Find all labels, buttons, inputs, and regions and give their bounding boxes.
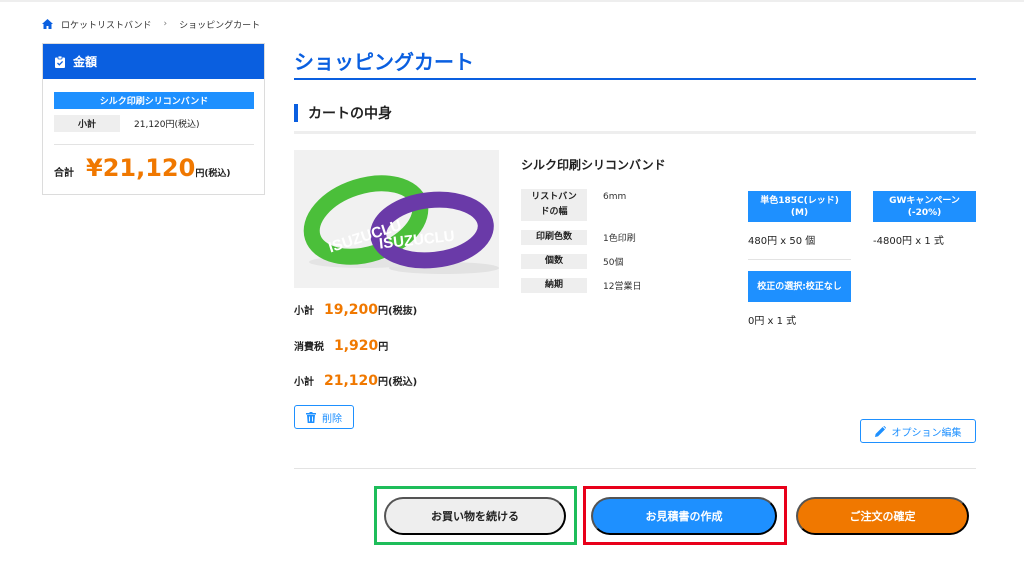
summary-divider (54, 144, 254, 145)
price-tax-row: 消費税 1,920 円 (294, 338, 388, 354)
cart-section-title: カートの中身 (308, 106, 392, 122)
summary-total-amount: ¥21,120 (86, 154, 196, 182)
breadcrumb-item-rocket[interactable]: ロケットリストバンド (61, 18, 151, 31)
page-title-underline (294, 78, 976, 80)
price-tax-amount: 1,920 (334, 338, 379, 354)
spec-row-colors: 印刷色数 1色印刷 (521, 230, 636, 245)
highlight-box-red (583, 486, 787, 545)
spec-value-quantity: 50個 (603, 258, 624, 268)
price-summary-title: 金額 (73, 55, 98, 69)
confirm-order-button[interactable]: ご注文の確定 (796, 497, 969, 535)
price-subtotal-suffix: 円(税抜) (378, 306, 418, 317)
summary-product-name: シルク印刷シリコンバンド (54, 92, 254, 109)
option-value-color: 480円 x 50 個 (748, 236, 816, 247)
section-divider (294, 131, 976, 134)
spec-row-quantity: 個数 50個 (521, 254, 623, 269)
spec-value-delivery: 12営業日 (603, 282, 642, 292)
spec-label-quantity: 個数 (521, 254, 587, 269)
home-icon[interactable] (42, 19, 53, 29)
price-subtotal-label: 小計 (294, 306, 314, 317)
edit-options-button[interactable]: オプション編集 (860, 419, 976, 443)
option-badge-color: 単色185C(レッド)(M) (748, 191, 851, 222)
highlight-box-green (374, 486, 577, 545)
clipboard-check-icon (55, 55, 65, 68)
summary-subtotal-value: 21,120円(税込) (134, 120, 200, 130)
price-tax-label: 消費税 (294, 342, 324, 353)
breadcrumb-item-cart: ショッピングカート (179, 20, 261, 31)
spec-value-colors: 1色印刷 (603, 234, 636, 244)
price-total-label: 小計 (294, 377, 314, 388)
price-total-row: 小計 21,120 円(税込) (294, 373, 417, 389)
trash-icon (306, 411, 316, 423)
option-badge-proof: 校正の選択:校正なし (748, 271, 851, 302)
spec-row-delivery: 納期 12営業日 (521, 278, 641, 293)
price-subtotal-amount: 19,200 (324, 302, 379, 318)
spec-value-width: 6mm (603, 192, 627, 202)
breadcrumb-separator: › (163, 19, 168, 29)
delete-button-label: 削除 (322, 413, 342, 425)
price-tax-suffix: 円 (378, 342, 389, 353)
cart-section-heading: カートの中身 (294, 103, 392, 123)
option-divider (748, 259, 851, 260)
summary-total-suffix: 円(税込) (195, 169, 231, 179)
price-total-suffix: 円(税込) (378, 377, 418, 388)
product-image: ISUZUCLU ISUZUCLU (294, 150, 499, 288)
edit-options-label: オプション編集 (891, 427, 962, 439)
price-summary-panel: 金額 シルク印刷シリコンバンド 小計 21,120円(税込) 合計 ¥21,12… (42, 43, 265, 195)
price-summary-header: 金額 (43, 44, 264, 79)
option-badge-campaign: GWキャンペーン(-20%) (873, 191, 976, 222)
price-total-amount: 21,120 (324, 373, 379, 389)
product-name: シルク印刷シリコンバンド (521, 158, 666, 172)
top-border (0, 0, 1024, 2)
spec-label-width: リストバンドの幅 (521, 189, 587, 221)
price-subtotal-row: 小計 19,200 円(税抜) (294, 302, 417, 318)
delete-button[interactable]: 削除 (294, 405, 354, 429)
summary-total-label: 合計 (54, 168, 74, 179)
pencil-icon (874, 425, 886, 437)
option-value-proof: 0円 x 1 式 (748, 316, 797, 327)
footer-divider (294, 468, 976, 469)
summary-subtotal-row: 小計 21,120円(税込) (54, 115, 200, 132)
page-title: ショッピングカート (294, 50, 474, 74)
summary-subtotal-label: 小計 (54, 115, 120, 132)
option-value-campaign: -4800円 x 1 式 (873, 236, 944, 247)
spec-row-width: リストバンドの幅 6mm (521, 189, 626, 221)
heading-accent-bar (294, 104, 298, 122)
breadcrumb: ロケットリストバンド › ショッピングカート (42, 17, 260, 31)
summary-total-row: 合計 ¥21,120 円(税込) (54, 154, 231, 182)
spec-label-colors: 印刷色数 (521, 230, 587, 245)
spec-label-delivery: 納期 (521, 278, 587, 293)
